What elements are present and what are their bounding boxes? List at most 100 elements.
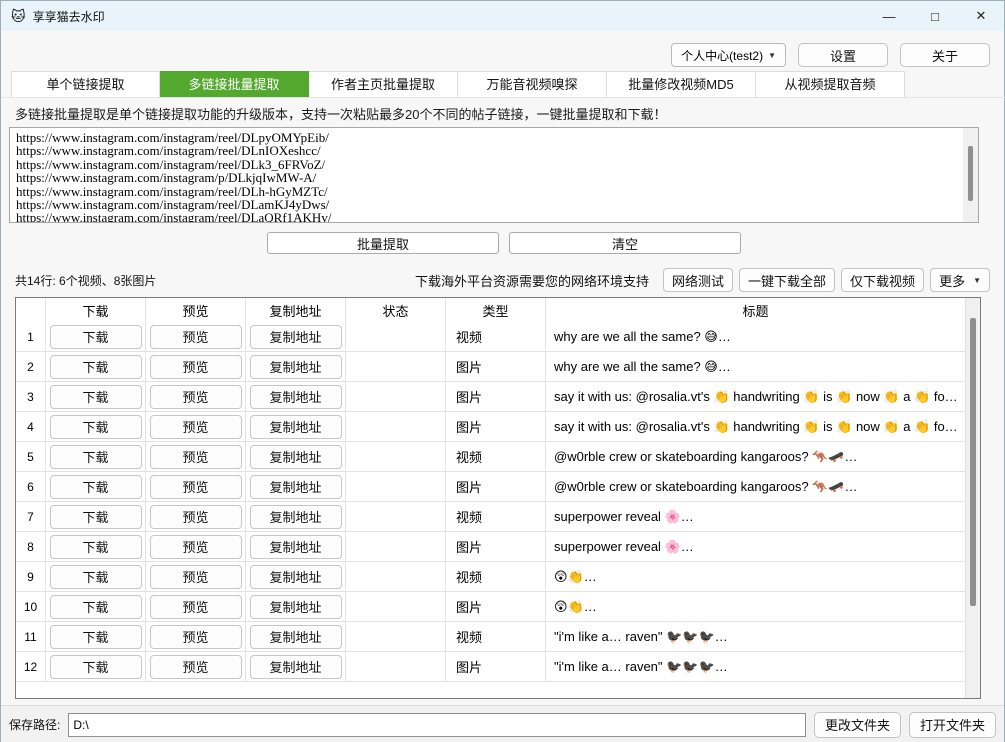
tab-universal-sniffer[interactable]: 万能音视频嗅探 [458, 71, 607, 97]
row-title: say it with us: @rosalia.vt's 👏 handwrit… [546, 382, 965, 411]
window-title: 享享猫去水印 [33, 8, 105, 25]
row-copy-address-button[interactable]: 复制地址 [250, 385, 342, 409]
table-row: 2 下载 预览 复制地址 图片 why are we all the same?… [16, 352, 965, 382]
row-copy-address-button[interactable]: 复制地址 [250, 475, 342, 499]
row-title: why are we all the same? 😅… [546, 322, 965, 351]
row-download-button[interactable]: 下载 [50, 535, 142, 559]
table-scrollbar-thumb[interactable] [970, 318, 976, 606]
row-preview-button[interactable]: 预览 [150, 655, 242, 679]
download-videos-only-button[interactable]: 仅下载视频 [841, 268, 924, 292]
row-copy-address-button[interactable]: 复制地址 [250, 595, 342, 619]
row-number: 4 [16, 412, 46, 441]
row-preview-button[interactable]: 预览 [150, 355, 242, 379]
row-status [346, 382, 446, 411]
row-type: 图片 [446, 592, 546, 621]
row-copy-address-button[interactable]: 复制地址 [250, 565, 342, 589]
tab-multi-link-batch-extract[interactable]: 多链接批量提取 [160, 71, 309, 97]
row-title: superpower reveal 🌸… [546, 532, 965, 561]
row-download-button[interactable]: 下载 [50, 595, 142, 619]
table-row: 7 下载 预览 复制地址 视频 superpower reveal 🌸… [16, 502, 965, 532]
row-status [346, 442, 446, 471]
row-preview-button[interactable]: 预览 [150, 475, 242, 499]
row-copy-address-button[interactable]: 复制地址 [250, 655, 342, 679]
footer-bar: 保存路径: 更改文件夹 打开文件夹 [1, 705, 1004, 742]
table-row: 8 下载 预览 复制地址 图片 superpower reveal 🌸… [16, 532, 965, 562]
url-scrollbar-thumb[interactable] [968, 146, 973, 201]
save-path-input[interactable] [68, 713, 806, 737]
row-download-button[interactable]: 下载 [50, 415, 142, 439]
account-dropdown[interactable]: 个人中心(test2) ▼ [671, 43, 786, 67]
change-folder-button[interactable]: 更改文件夹 [814, 712, 901, 738]
more-dropdown[interactable]: 更多 ▼ [930, 268, 990, 292]
row-preview-button[interactable]: 预览 [150, 595, 242, 619]
row-status [346, 352, 446, 381]
maximize-button[interactable]: □ [912, 1, 958, 31]
row-preview-button[interactable]: 预览 [150, 385, 242, 409]
row-download-button[interactable]: 下载 [50, 385, 142, 409]
row-title: 😲👏… [546, 562, 965, 591]
url-scrollbar[interactable] [963, 128, 978, 222]
tab-batch-modify-md5[interactable]: 批量修改视频MD5 [607, 71, 756, 97]
row-preview-button[interactable]: 预览 [150, 325, 242, 349]
close-button[interactable]: ✕ [958, 1, 1004, 31]
url-input[interactable]: https://www.instagram.com/instagram/reel… [9, 127, 979, 223]
row-title: @w0rble crew or skateboarding kangaroos?… [546, 442, 965, 471]
table-row: 3 下载 预览 复制地址 图片 say it with us: @rosalia… [16, 382, 965, 412]
chevron-down-icon: ▼ [973, 276, 981, 285]
row-download-button[interactable]: 下载 [50, 625, 142, 649]
col-header-preview: 预览 [146, 298, 246, 322]
open-folder-button[interactable]: 打开文件夹 [909, 712, 996, 738]
row-title: "i'm like a… raven" 🐦‍⬛🐦‍⬛🐦‍⬛… [546, 622, 965, 651]
row-download-button[interactable]: 下载 [50, 355, 142, 379]
row-download-button[interactable]: 下载 [50, 445, 142, 469]
row-status [346, 652, 446, 681]
row-preview-button[interactable]: 预览 [150, 445, 242, 469]
row-download-button[interactable]: 下载 [50, 655, 142, 679]
row-type: 图片 [446, 412, 546, 441]
row-type: 视频 [446, 502, 546, 531]
row-status [346, 472, 446, 501]
row-download-button[interactable]: 下载 [50, 325, 142, 349]
network-test-button[interactable]: 网络测试 [663, 268, 733, 292]
row-copy-address-button[interactable]: 复制地址 [250, 325, 342, 349]
account-dropdown-label: 个人中心(test2) [681, 47, 763, 64]
table-row: 6 下载 预览 复制地址 图片 @w0rble crew or skateboa… [16, 472, 965, 502]
tab-author-homepage-batch-extract[interactable]: 作者主页批量提取 [309, 71, 458, 97]
row-copy-address-button[interactable]: 复制地址 [250, 415, 342, 439]
table-row: 1 下载 预览 复制地址 视频 why are we all the same?… [16, 322, 965, 352]
tab-extract-audio[interactable]: 从视频提取音频 [756, 71, 905, 97]
row-status [346, 322, 446, 351]
row-type: 视频 [446, 322, 546, 351]
download-all-button[interactable]: 一键下载全部 [739, 268, 835, 292]
result-count-summary: 共14行: 6个视频、8张图片 [15, 272, 156, 289]
row-copy-address-button[interactable]: 复制地址 [250, 445, 342, 469]
row-preview-button[interactable]: 预览 [150, 505, 242, 529]
row-preview-button[interactable]: 预览 [150, 535, 242, 559]
row-copy-address-button[interactable]: 复制地址 [250, 355, 342, 379]
col-header-title: 标题 [546, 298, 965, 322]
about-button[interactable]: 关于 [900, 43, 990, 67]
status-row: 共14行: 6个视频、8张图片 下载海外平台资源需要您的网络环境支持 网络测试 … [15, 267, 990, 293]
row-title: why are we all the same? 😅… [546, 352, 965, 381]
clear-button[interactable]: 清空 [509, 232, 741, 254]
row-preview-button[interactable]: 预览 [150, 415, 242, 439]
row-number: 2 [16, 352, 46, 381]
minimize-button[interactable]: — [866, 1, 912, 31]
table-body: 1 下载 预览 复制地址 视频 why are we all the same?… [16, 322, 980, 682]
table-row: 10 下载 预览 复制地址 图片 😲👏… [16, 592, 965, 622]
batch-extract-button[interactable]: 批量提取 [267, 232, 499, 254]
row-preview-button[interactable]: 预览 [150, 565, 242, 589]
table-scrollbar[interactable] [965, 298, 980, 698]
row-number: 6 [16, 472, 46, 501]
row-number: 12 [16, 652, 46, 681]
row-copy-address-button[interactable]: 复制地址 [250, 535, 342, 559]
settings-button[interactable]: 设置 [798, 43, 888, 67]
row-copy-address-button[interactable]: 复制地址 [250, 625, 342, 649]
row-preview-button[interactable]: 预览 [150, 625, 242, 649]
tab-single-link-extract[interactable]: 单个链接提取 [11, 71, 160, 97]
row-copy-address-button[interactable]: 复制地址 [250, 505, 342, 529]
row-download-button[interactable]: 下载 [50, 565, 142, 589]
row-download-button[interactable]: 下载 [50, 475, 142, 499]
row-title: superpower reveal 🌸… [546, 502, 965, 531]
row-download-button[interactable]: 下载 [50, 505, 142, 529]
